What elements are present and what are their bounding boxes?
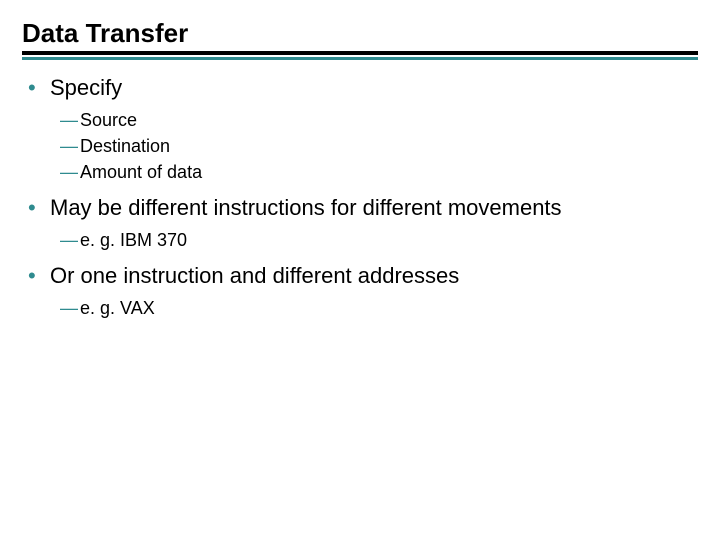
- slide-title: Data Transfer: [22, 18, 698, 49]
- bullet-text: May be different instructions for differ…: [50, 194, 698, 222]
- sub-item: — Source: [60, 108, 698, 132]
- dash-icon: —: [60, 160, 80, 184]
- sub-text: Source: [80, 108, 137, 132]
- sub-text: e. g. IBM 370: [80, 228, 187, 252]
- bullet-text: Or one instruction and different address…: [50, 262, 698, 290]
- sub-item: — e. g. VAX: [60, 296, 698, 320]
- sub-list: — Source — Destination — Amount of data: [60, 108, 698, 184]
- sub-list: — e. g. IBM 370: [60, 228, 698, 252]
- sub-text: Amount of data: [80, 160, 202, 184]
- bullet-icon: •: [28, 262, 50, 290]
- sub-text: e. g. VAX: [80, 296, 155, 320]
- sub-item: — e. g. IBM 370: [60, 228, 698, 252]
- rule-black: [22, 51, 698, 55]
- bullet-item: • May be different instructions for diff…: [22, 194, 698, 222]
- bullet-icon: •: [28, 74, 50, 102]
- bullet-icon: •: [28, 194, 50, 222]
- sub-list: — e. g. VAX: [60, 296, 698, 320]
- bullet-item: • Specify: [22, 74, 698, 102]
- bullet-item: • Or one instruction and different addre…: [22, 262, 698, 290]
- dash-icon: —: [60, 296, 80, 320]
- dash-icon: —: [60, 134, 80, 158]
- dash-icon: —: [60, 228, 80, 252]
- bullet-text: Specify: [50, 74, 698, 102]
- sub-item: — Destination: [60, 134, 698, 158]
- sub-text: Destination: [80, 134, 170, 158]
- slide-content: • Specify — Source — Destination — Amoun…: [22, 74, 698, 320]
- dash-icon: —: [60, 108, 80, 132]
- rule-teal: [22, 57, 698, 60]
- slide: Data Transfer • Specify — Source — Desti…: [0, 0, 720, 320]
- title-rules: [22, 51, 698, 60]
- sub-item: — Amount of data: [60, 160, 698, 184]
